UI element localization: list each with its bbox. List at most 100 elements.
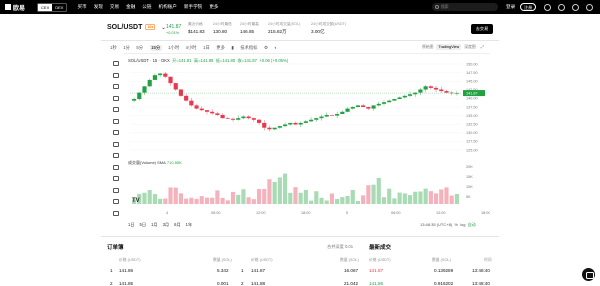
interval-1d[interactable]: 1日	[203, 45, 210, 51]
volume-bar	[158, 198, 163, 204]
bid-row[interactable]: 2 141.88 21.042	[241, 281, 358, 286]
search-icon	[435, 4, 439, 9]
stat-24h-high: 24小时最高 146.85	[240, 22, 259, 34]
candle-body	[158, 73, 163, 76]
nav-finance[interactable]: 金融	[126, 4, 135, 10]
chat-support-button[interactable]	[582, 268, 595, 281]
language-icon[interactable]	[586, 3, 593, 11]
emoji-icon	[113, 141, 119, 147]
crosshair-tool[interactable]	[109, 58, 123, 70]
okx-logo[interactable]: 欧易	[5, 3, 25, 12]
mode-tradingview[interactable]: TradingView	[436, 44, 462, 50]
zoom-tool[interactable]	[109, 162, 123, 174]
nav-institutional[interactable]: 机构账户	[159, 4, 177, 10]
brush-tool[interactable]	[109, 116, 123, 128]
clock-text: 13:48:35 (UTC+8)	[420, 222, 453, 227]
search-input[interactable]: 搜索	[432, 3, 498, 11]
bid-amount: 21.042	[344, 281, 359, 286]
candle-body	[241, 116, 246, 119]
percent-toggle[interactable]: %	[454, 222, 458, 227]
range-1m[interactable]: 1月	[151, 222, 158, 228]
interval-more[interactable]: 更多	[216, 45, 225, 51]
magnet-tool[interactable]	[109, 173, 123, 185]
notification-icon[interactable]	[558, 3, 565, 11]
indicators-button[interactable]: 技术指标	[240, 45, 257, 51]
volume-bar	[298, 192, 303, 204]
volume-bar	[236, 194, 241, 204]
trendline-tool[interactable]	[109, 70, 123, 82]
range-5d[interactable]: 5日	[140, 222, 147, 228]
ask-row[interactable]: 2 141.85 0.001	[110, 281, 229, 286]
range-6m[interactable]: 6月	[174, 222, 181, 228]
text-icon	[113, 130, 119, 135]
download-icon[interactable]	[544, 3, 551, 11]
hlines-tool[interactable]	[109, 81, 123, 93]
volume-bar	[246, 197, 251, 204]
text-tool[interactable]	[109, 127, 123, 139]
nav-trade[interactable]: 交易	[110, 4, 119, 10]
search-placeholder: 搜索	[441, 5, 449, 9]
mode-original[interactable]: 原始图	[420, 44, 435, 50]
stat-value: $141.83	[188, 28, 205, 34]
candle-body	[392, 99, 397, 101]
nav-discover[interactable]: 发现	[94, 4, 103, 10]
interval-1m[interactable]: 1分	[123, 45, 130, 51]
nav-buy-crypto[interactable]: 买币	[77, 4, 86, 10]
fib-tool[interactable]	[109, 104, 123, 116]
volume-bar	[335, 198, 340, 204]
nav-chain[interactable]: 公链	[142, 4, 151, 10]
merge-depth-select[interactable]: 合并深度 0.01	[327, 244, 353, 250]
stat-index-price: 最近价格 $141.83	[188, 22, 205, 34]
cex-dex-switch[interactable]: CEX DEX	[37, 2, 68, 12]
y-tick-label: 147.50	[466, 71, 478, 75]
bid-row[interactable]: 1 141.87 16.067	[241, 268, 358, 273]
volume-bar	[288, 192, 293, 204]
trash-tool[interactable]	[109, 208, 123, 220]
volume-bar	[147, 190, 152, 204]
pair-selector[interactable]: SOL/USDT 10x ⌄	[107, 24, 166, 31]
bid-price-head: 价格 (USDT)	[251, 258, 273, 262]
chart-canvas[interactable]: 150.00147.50145.00142.50140.00137.50135.…	[124, 54, 533, 218]
ohlc-low: 低=141.80	[215, 58, 236, 63]
help-icon[interactable]	[572, 3, 579, 11]
cex-tab[interactable]: CEX	[38, 3, 53, 11]
screenshot-icon[interactable]: ◐	[274, 45, 277, 51]
nav-learn[interactable]: 新手学院	[184, 4, 202, 10]
interval-1h[interactable]: 1小时	[168, 45, 179, 51]
volume-bar	[293, 187, 298, 204]
interval-1s[interactable]: 1秒	[110, 45, 117, 51]
dex-tab[interactable]: DEX	[52, 4, 66, 11]
interval-4h[interactable]: 4小时	[186, 45, 197, 51]
settings-icon[interactable]: ⚙	[264, 45, 268, 51]
interval-15m[interactable]: 15分	[149, 45, 162, 51]
log-toggle[interactable]: log	[460, 222, 465, 227]
lock-tool[interactable]	[109, 185, 123, 197]
candle-body	[350, 107, 355, 109]
candle-body	[225, 118, 230, 119]
range-1d[interactable]: 1日	[128, 222, 135, 228]
candle-type-icon[interactable]: ▮	[231, 45, 233, 51]
volume-bar	[418, 191, 423, 204]
nav-more[interactable]: 更多	[209, 4, 218, 10]
trades-title: 最新成交	[369, 245, 392, 251]
register-button[interactable]: 注册	[520, 3, 537, 11]
login-link[interactable]: 登录	[506, 0, 515, 14]
range-3m[interactable]: 3月	[163, 222, 170, 228]
range-1y[interactable]: 1年	[186, 222, 193, 228]
expand-icon[interactable]: ⤢	[479, 44, 486, 50]
mode-depth[interactable]: 深度图	[462, 44, 477, 50]
auto-toggle[interactable]: 自动	[468, 222, 476, 227]
ruler-tool[interactable]	[109, 150, 123, 162]
go-trade-button[interactable]: 去交易	[471, 24, 493, 34]
row-index: 1	[110, 268, 113, 273]
volume-bar	[314, 191, 319, 204]
ask-row[interactable]: 1 141.86 5.342	[110, 268, 229, 273]
price-chart[interactable]: 150.00147.50145.00142.50140.00137.50135.…	[124, 53, 533, 218]
pattern-tool[interactable]	[109, 93, 123, 105]
visibility-tool[interactable]	[109, 196, 123, 208]
interval-bar: 1秒 1分 5分 15分 1小时 4小时 1日 更多 ▮ 技术指标 ⚙ ◐	[110, 45, 277, 51]
last-price: 141.87 +0.01%	[166, 22, 181, 36]
candle-body	[329, 114, 335, 116]
emoji-tool[interactable]	[109, 139, 123, 151]
interval-5m[interactable]: 5分	[136, 45, 143, 51]
